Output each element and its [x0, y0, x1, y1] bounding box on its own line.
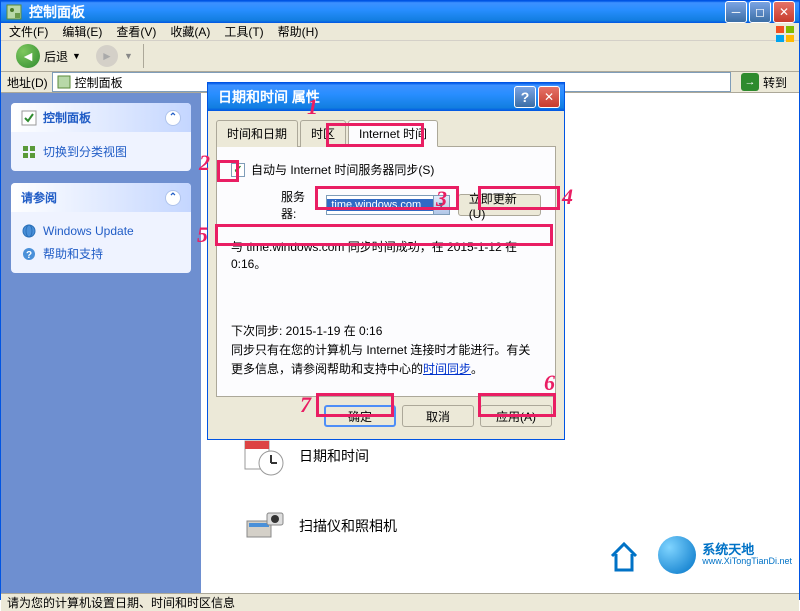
close-button[interactable]: ✕ [773, 1, 795, 23]
address-icon [57, 75, 71, 89]
panel-body: Windows Update ? 帮助和支持 [11, 212, 191, 273]
panel-body: 切换到分类视图 [11, 132, 191, 171]
sync-checkbox-row: ✓ 自动与 Internet 时间服务器同步(S) [231, 161, 541, 178]
main-title: 控制面板 [29, 2, 725, 22]
tab-strip: 时间和日期 时区 Internet 时间 [216, 119, 556, 147]
back-arrow-icon: ◄ [16, 44, 40, 68]
menu-view[interactable]: 查看(V) [116, 23, 156, 40]
minimize-button[interactable]: ─ [725, 1, 747, 23]
sync-checkbox-label: 自动与 Internet 时间服务器同步(S) [251, 161, 434, 178]
main-titlebar: 控制面板 ─ ◻ ✕ [1, 1, 799, 23]
help-support-label: 帮助和支持 [43, 245, 103, 262]
tab-content: ✓ 自动与 Internet 时间服务器同步(S) 服务器: time.wind… [216, 147, 556, 397]
forward-button[interactable]: ► [96, 45, 118, 67]
menu-favorites[interactable]: 收藏(A) [170, 23, 210, 40]
svg-text:?: ? [26, 250, 32, 261]
update-now-button[interactable]: 立即更新(U) [458, 194, 541, 216]
statusbar: 请为您的计算机设置日期、时间和时区信息 [1, 593, 799, 611]
help-icon: ? [21, 246, 37, 262]
dialog-button-row: 确定 取消 应用(A) [216, 397, 556, 431]
maximize-button[interactable]: ◻ [749, 1, 771, 23]
collapse-icon[interactable]: ⌃ [165, 110, 181, 126]
go-label: 转到 [763, 74, 787, 91]
window-buttons: ─ ◻ ✕ [725, 1, 795, 23]
sidebar-panel-seealso: 请参阅 ⌃ Windows Update ? 帮助和支持 [11, 183, 191, 273]
dialog-body: 时间和日期 时区 Internet 时间 ✓ 自动与 Internet 时间服务… [208, 111, 564, 439]
back-label: 后退 [44, 48, 68, 65]
back-button[interactable]: ◄ 后退 ▼ [7, 41, 90, 71]
windows-logo-icon [775, 25, 795, 43]
server-row: 服务器: time.windows.com ▼ 立即更新(U) [281, 188, 541, 222]
back-dropdown-icon: ▼ [72, 51, 81, 61]
server-combobox[interactable]: time.windows.com ▼ [326, 195, 449, 215]
info-text-1: 同步只有在您的计算机与 Internet 连接时才能进行。有关更多信息，请参阅帮… [231, 343, 530, 376]
watermark-text: 系统天地 www.XiTongTianDi.net [702, 543, 792, 567]
switch-view-link[interactable]: 切换到分类视图 [21, 140, 181, 163]
watermark: 系统天地 www.XiTongTianDi.net [610, 534, 792, 576]
menu-file[interactable]: 文件(F) [9, 23, 48, 40]
panel-header[interactable]: 请参阅 ⌃ [11, 183, 191, 212]
house-icon [610, 534, 652, 576]
dropdown-icon: ▼ [433, 196, 449, 214]
sidebar-panel-controlpanel: 控制面板 ⌃ 切换到分类视图 [11, 103, 191, 171]
switch-view-label: 切换到分类视图 [43, 143, 127, 160]
checkmark-icon [21, 110, 37, 126]
datetime-properties-dialog: 日期和时间 属性 ? ✕ 时间和日期 时区 Internet 时间 ✓ 自动与 … [207, 82, 565, 440]
toolbar-separator [143, 44, 144, 68]
windows-update-link[interactable]: Windows Update [21, 220, 181, 242]
collapse-icon[interactable]: ⌃ [165, 190, 181, 206]
go-button[interactable]: → 转到 [735, 73, 793, 91]
forward-dropdown-icon: ▼ [124, 51, 133, 61]
apply-button[interactable]: 应用(A) [480, 405, 552, 427]
dialog-title: 日期和时间 属性 [212, 87, 514, 107]
tab-timezone[interactable]: 时区 [300, 120, 346, 147]
dialog-close-button[interactable]: ✕ [538, 86, 560, 108]
panel-header[interactable]: 控制面板 ⌃ [11, 103, 191, 132]
category-label: 扫描仪和照相机 [299, 516, 397, 536]
address-value: 控制面板 [75, 74, 123, 91]
toolbar: ◄ 后退 ▼ ► ▼ [1, 41, 799, 72]
cancel-button[interactable]: 取消 [402, 405, 474, 427]
tab-datetime[interactable]: 时间和日期 [216, 120, 298, 147]
sync-checkbox[interactable]: ✓ [231, 163, 245, 177]
watermark-en: www.XiTongTianDi.net [702, 557, 792, 567]
menu-help[interactable]: 帮助(H) [278, 23, 319, 40]
menu-tools[interactable]: 工具(T) [224, 23, 263, 40]
category-icon [21, 144, 37, 160]
time-sync-link[interactable]: 时间同步 [423, 362, 471, 376]
address-label: 地址(D) [7, 74, 48, 91]
sync-status-text: 与 time.windows.com 同步时间成功，在 2015-1-12 在 … [231, 238, 541, 272]
status-text: 请为您的计算机设置日期、时间和时区信息 [7, 594, 235, 611]
scanner-camera-icon [241, 503, 287, 549]
watermark-cn: 系统天地 [702, 543, 792, 557]
menu-edit[interactable]: 编辑(E) [62, 23, 102, 40]
windows-update-label: Windows Update [43, 224, 134, 238]
server-label: 服务器: [281, 188, 318, 222]
sidebar: 控制面板 ⌃ 切换到分类视图 请参阅 ⌃ [1, 93, 201, 593]
dialog-help-button[interactable]: ? [514, 86, 536, 108]
help-support-link[interactable]: ? 帮助和支持 [21, 242, 181, 265]
control-panel-icon [5, 3, 23, 21]
server-value: time.windows.com [327, 199, 432, 211]
tab-internet-time[interactable]: Internet 时间 [348, 120, 438, 147]
panel-title: 控制面板 [43, 109, 91, 126]
globe-icon [658, 536, 696, 574]
go-arrow-icon: → [741, 73, 759, 91]
next-sync-text: 下次同步: 2015-1-19 在 0:16 [231, 322, 541, 341]
ok-button[interactable]: 确定 [324, 405, 396, 427]
info-text: 同步只有在您的计算机与 Internet 连接时才能进行。有关更多信息，请参阅帮… [231, 341, 541, 379]
dialog-titlebar: 日期和时间 属性 ? ✕ [208, 83, 564, 111]
panel-title: 请参阅 [21, 189, 57, 206]
info-text-2: 。 [471, 362, 483, 376]
globe-icon [21, 223, 37, 239]
menubar: 文件(F) 编辑(E) 查看(V) 收藏(A) 工具(T) 帮助(H) [1, 23, 799, 41]
category-label: 日期和时间 [299, 446, 369, 466]
